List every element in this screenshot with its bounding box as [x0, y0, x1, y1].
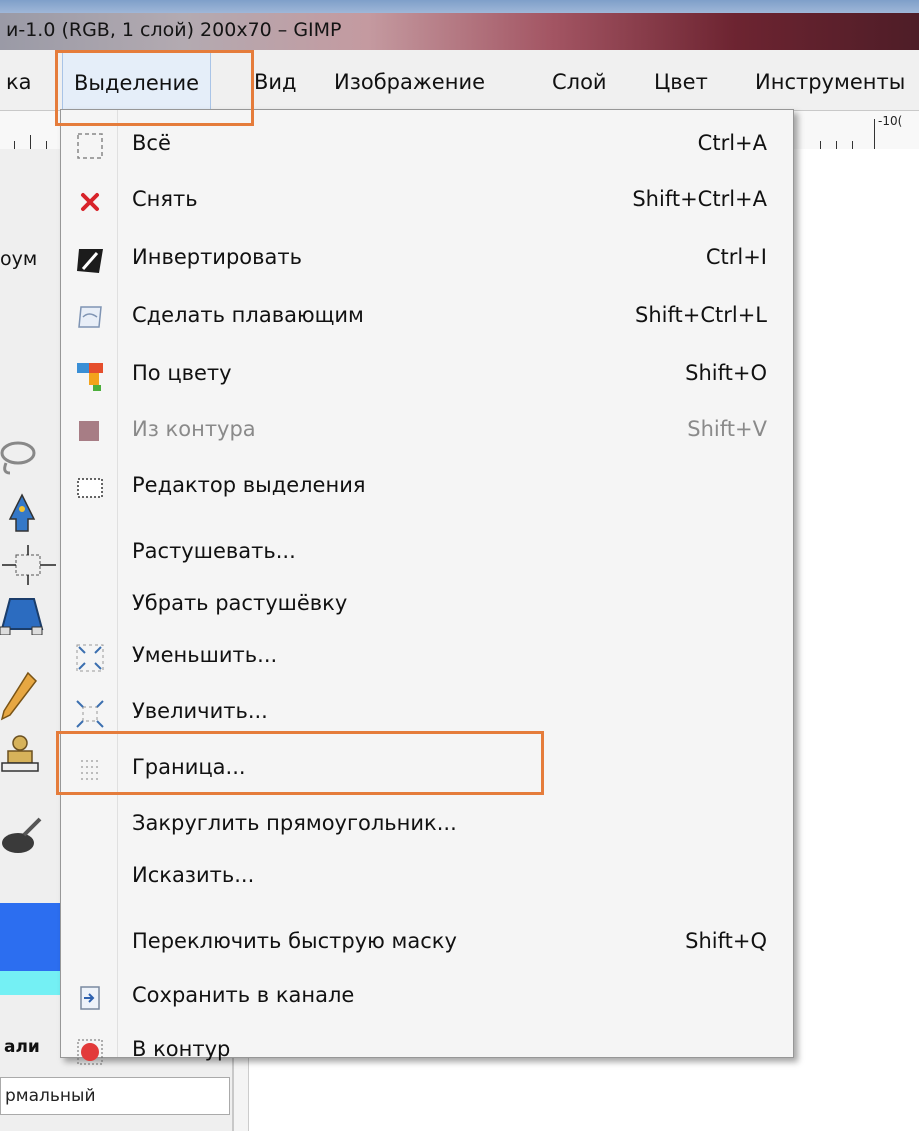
menu-item-rounded-rectangle[interactable]: Закруглить прямоугольник...: [61, 800, 793, 852]
menu-tools[interactable]: Инструменты: [755, 70, 905, 94]
foreground-color-swatch[interactable]: [0, 903, 60, 971]
menu-item-label: Сделать плавающим: [132, 303, 364, 327]
grow-icon: [76, 700, 104, 728]
tool-options-label: али: [4, 1037, 40, 1057]
ruler-tick: [874, 119, 875, 149]
menu-item-label: Из контура: [132, 417, 256, 441]
smudge-tool-icon[interactable]: [0, 813, 44, 857]
menu-item-label: Инвертировать: [132, 245, 302, 269]
menu-item-distort[interactable]: Исказить...: [61, 852, 793, 904]
mode-combobox[interactable]: рмальный: [0, 1077, 230, 1115]
menu-edit[interactable]: ка: [6, 70, 32, 94]
ruler-tick: [836, 141, 837, 149]
mode-value: рмальный: [5, 1086, 96, 1106]
menu-item-label: Редактор выделения: [132, 473, 366, 497]
window-titlebar: и-1.0 (RGB, 1 слой) 200x70 – GIMP: [0, 13, 919, 50]
menu-item-invert[interactable]: Инвертировать Ctrl+I: [61, 234, 793, 286]
menu-item-shortcut: Ctrl+I: [705, 245, 767, 269]
paths-tool-icon[interactable]: [0, 489, 40, 533]
menu-item-label: Снять: [132, 187, 198, 211]
menu-view[interactable]: Вид: [254, 70, 297, 94]
to-path-icon: [77, 1039, 103, 1065]
invert-icon: [77, 249, 103, 273]
desktop-strip: [0, 0, 919, 13]
menu-layer[interactable]: Слой: [552, 70, 607, 94]
menu-item-selection-editor[interactable]: Редактор выделения: [61, 462, 793, 514]
select-dropdown-menu: Всё Ctrl+A Снять Shift+Ctrl+A Инвертиров…: [60, 109, 794, 1065]
menu-image[interactable]: Изображение: [334, 70, 485, 94]
clone-stamp-icon[interactable]: [0, 733, 40, 777]
from-path-icon: [79, 421, 99, 441]
menu-item-label: Уменьшить...: [132, 643, 278, 667]
menu-item-label: Убрать растушёвку: [132, 591, 348, 615]
menu-item-label: Всё: [132, 131, 171, 155]
menu-item-label: В контур: [132, 1037, 231, 1061]
highlight-border-item: [56, 731, 544, 795]
perspective-tool-icon[interactable]: [0, 595, 44, 635]
menu-item-label: Сохранить в канале: [132, 983, 355, 1007]
menu-item-quick-mask[interactable]: Переключить быструю маску Shift+Q: [61, 918, 793, 970]
ruler-label: -10(: [878, 114, 903, 128]
menu-item-shrink[interactable]: Уменьшить...: [61, 632, 793, 684]
float-icon: [78, 306, 102, 328]
background-color-swatch[interactable]: [0, 971, 60, 995]
menu-item-shortcut: Shift+Ctrl+L: [635, 303, 767, 327]
menu-item-from-path[interactable]: Из контура Shift+V: [61, 406, 793, 458]
ruler-tick: [30, 135, 31, 149]
menu-item-shortcut: Shift+O: [685, 361, 767, 385]
menu-item-shortcut: Ctrl+A: [697, 131, 767, 155]
ruler-tick: [852, 141, 853, 149]
select-none-icon: [81, 193, 99, 211]
menu-item-label: Увеличить...: [132, 699, 268, 723]
selection-editor-icon: [77, 478, 103, 498]
menu-item-save-to-channel[interactable]: Сохранить в канале: [61, 972, 793, 1024]
menu-item-shortcut: Shift+Ctrl+A: [632, 187, 767, 211]
menu-item-label: Переключить быструю маску: [132, 929, 457, 953]
lasso-icon[interactable]: [0, 437, 40, 477]
highlight-select-menu: [55, 50, 254, 126]
window-title: и-1.0 (RGB, 1 слой) 200x70 – GIMP: [6, 19, 342, 41]
menu-item-label: Исказить...: [132, 863, 255, 887]
menu-item-to-path[interactable]: В контур: [61, 1026, 793, 1078]
ruler-tick: [14, 141, 15, 149]
menu-item-select-none[interactable]: Снять Shift+Ctrl+A: [61, 176, 793, 228]
select-all-icon: [77, 133, 103, 159]
ruler-tick: [46, 141, 47, 149]
toolbox-tab-label: оум: [0, 248, 38, 270]
menu-item-shortcut: Shift+Q: [685, 929, 767, 953]
shrink-icon: [76, 644, 104, 672]
by-color-icon: [77, 363, 103, 391]
menu-item-by-color[interactable]: По цвету Shift+O: [61, 350, 793, 402]
menu-item-shortcut: Shift+V: [687, 417, 767, 441]
pencil-icon[interactable]: [0, 671, 40, 721]
menu-item-float[interactable]: Сделать плавающим Shift+Ctrl+L: [61, 292, 793, 344]
menu-item-label: По цвету: [132, 361, 232, 385]
ruler-tick: [820, 141, 821, 149]
transform-tool-icon[interactable]: [0, 543, 60, 587]
save-to-channel-icon: [80, 986, 100, 1010]
menu-item-sharpen[interactable]: Убрать растушёвку: [61, 580, 793, 632]
menu-item-label: Закруглить прямоугольник...: [132, 811, 457, 835]
menu-item-select-all[interactable]: Всё Ctrl+A: [61, 120, 793, 172]
menu-color[interactable]: Цвет: [654, 70, 708, 94]
menu-item-label: Растушевать...: [132, 539, 296, 563]
menu-item-feather[interactable]: Растушевать...: [61, 528, 793, 580]
